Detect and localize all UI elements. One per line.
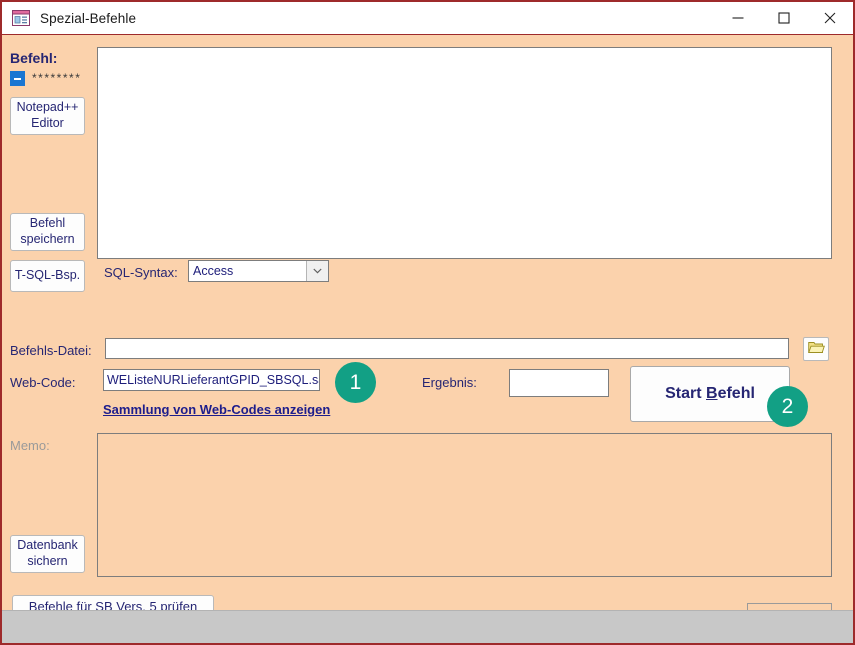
sql-syntax-label: SQL-Syntax: [104,265,178,280]
befehl-label: Befehl: [10,50,58,66]
title-bar: Spezial-Befehle [2,2,853,35]
start-befehl-label: Start Befehl [665,385,755,402]
command-textarea[interactable] [97,47,832,259]
web-code-label: Web-Code: [10,375,76,390]
annotation-badge-2: 2 [767,386,808,427]
ergebnis-label: Ergebnis: [422,375,477,390]
notepad-editor-button[interactable]: Notepad++ Editor [10,97,85,135]
start-befehl-button[interactable]: Start Befehl [630,366,790,422]
start-befehl-accel: B [706,385,718,402]
form-surface: Befehl: ******** Notepad++ Editor Befehl… [2,35,853,624]
ergebnis-input[interactable] [509,369,609,397]
folder-icon [807,340,825,359]
befehl-masked-value: ******** [32,71,82,85]
window-title: Spezial-Befehle [40,10,137,26]
application-window: Spezial-Befehle Befehl: ******** Notepad… [0,0,855,645]
web-code-input[interactable]: WEListeNURLieferantGPID_SBSQL.saf [103,369,320,391]
sql-syntax-select[interactable]: Access [188,260,329,282]
befehl-expand-button[interactable] [10,71,25,86]
chevron-down-icon[interactable] [306,261,328,281]
befehl-speichern-button[interactable]: Befehl speichern [10,213,85,251]
sql-syntax-value: Access [193,264,234,278]
befehls-datei-input[interactable] [105,338,789,359]
browse-file-button[interactable] [803,337,829,361]
close-button[interactable] [807,2,853,34]
web-code-value: WEListeNURLieferantGPID_SBSQL.saf [107,373,320,387]
status-bar [2,610,853,643]
memo-label: Memo: [10,438,50,453]
annotation-badge-1: 1 [335,362,376,403]
access-form-icon [12,10,30,26]
befehls-datei-label: Befehls-Datei: [10,343,92,358]
web-codes-collection-link[interactable]: Sammlung von Web-Codes anzeigen [103,402,330,417]
minimize-button[interactable] [715,2,761,34]
window-controls [715,2,853,34]
maximize-button[interactable] [761,2,807,34]
datenbank-sichern-button[interactable]: Datenbank sichern [10,535,85,573]
tsql-beispiel-button[interactable]: T-SQL-Bsp. [10,260,85,292]
memo-textarea[interactable] [97,433,832,577]
